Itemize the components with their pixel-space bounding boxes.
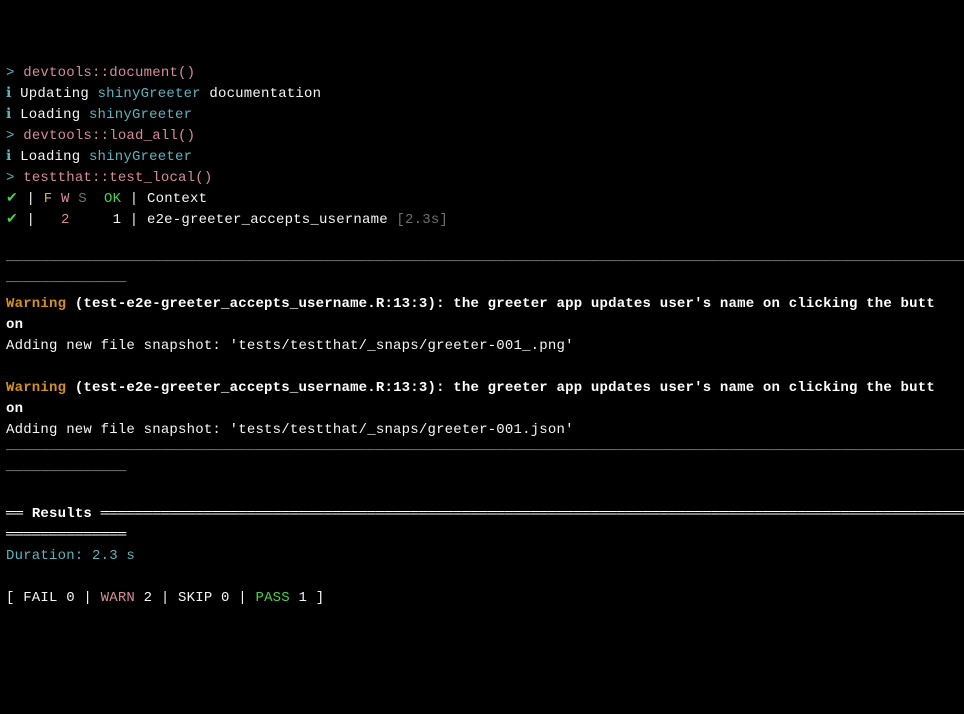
- blank-line: [6, 567, 958, 588]
- row-mid: 1 | e2e-greeter_accepts_username: [70, 212, 397, 228]
- col-w: W: [61, 191, 70, 207]
- updating-text: Updating: [20, 86, 97, 102]
- pkg-name: shinyGreeter: [98, 86, 201, 102]
- cmd-document: devtools::document(): [23, 65, 195, 81]
- fail-label: FAIL: [23, 590, 57, 606]
- results-rule-long: ════════════════════════════════════════…: [92, 506, 964, 522]
- sep: |: [18, 191, 44, 207]
- skip-label: SKIP: [178, 590, 212, 606]
- status-loading-1: ℹ Loading shinyGreeter: [6, 105, 958, 126]
- prompt-line-test: > testthat::test_local(): [6, 168, 958, 189]
- pass-label: PASS: [255, 590, 289, 606]
- skip-n: 0 |: [212, 590, 255, 606]
- cmd-test: testthat::test_local(): [23, 170, 212, 186]
- status-updating: ℹ Updating shinyGreeter documentation: [6, 84, 958, 105]
- prompt-line-loadall: > devtools::load_all(): [6, 126, 958, 147]
- warning-1-cont: on: [6, 315, 958, 336]
- warning-tag: Warning: [6, 380, 66, 396]
- results-header: ══ Results ═════════════════════════════…: [6, 504, 958, 525]
- rule-long-2: ────────────────────────────────────────…: [6, 441, 958, 462]
- pkg-name: shinyGreeter: [89, 107, 192, 123]
- blank-line: [6, 483, 958, 504]
- results-rule-short: ══════════════: [6, 525, 958, 546]
- bracket-close: ]: [316, 590, 325, 606]
- col-ok: OK: [104, 191, 121, 207]
- test-result-row: ✔ | 2 1 | e2e-greeter_accepts_username […: [6, 210, 958, 231]
- warning-2-cont: on: [6, 399, 958, 420]
- warning-1-msg: Adding new file snapshot: 'tests/testtha…: [6, 336, 958, 357]
- documentation-suffix: documentation: [201, 86, 321, 102]
- loading-text: Loading: [20, 149, 89, 165]
- warning-2-header: Warning (test-e2e-greeter_accepts_userna…: [6, 378, 958, 399]
- loading-text: Loading: [20, 107, 89, 123]
- cmd-loadall: devtools::load_all(): [23, 128, 195, 144]
- col-f: F: [44, 191, 53, 207]
- blank-line: [6, 357, 958, 378]
- warning-loc: (test-e2e-greeter_accepts_username.R:13:…: [66, 296, 935, 312]
- info-icon: ℹ: [6, 149, 12, 165]
- pass-n: 1: [290, 590, 316, 606]
- info-icon: ℹ: [6, 107, 12, 123]
- warn-n: 2 |: [135, 590, 178, 606]
- row-time: [2.3s]: [396, 212, 448, 228]
- check-icon: ✔: [6, 212, 18, 228]
- results-prefix: ══: [6, 506, 32, 522]
- test-header: ✔ | F W S OK | Context: [6, 189, 958, 210]
- row-warn-count: 2: [61, 212, 70, 228]
- prompt-line-document: > devtools::document(): [6, 63, 958, 84]
- rule-long-1: ────────────────────────────────────────…: [6, 252, 958, 273]
- blank-line: [6, 231, 958, 252]
- status-loading-2: ℹ Loading shinyGreeter: [6, 147, 958, 168]
- info-icon: ℹ: [6, 86, 12, 102]
- check-icon: ✔: [6, 191, 18, 207]
- col-s: S: [78, 191, 87, 207]
- warn-label: WARN: [101, 590, 135, 606]
- results-label: Results: [32, 506, 92, 522]
- rule-short-1: ──────────────: [6, 273, 958, 294]
- fail-n: 0 |: [58, 590, 101, 606]
- warning-tag: Warning: [6, 296, 66, 312]
- col-context: | Context: [121, 191, 207, 207]
- duration-line: Duration: 2.3 s: [6, 546, 958, 567]
- warning-2-msg: Adding new file snapshot: 'tests/testtha…: [6, 420, 958, 441]
- rule-short-2: ──────────────: [6, 462, 958, 483]
- warning-loc: (test-e2e-greeter_accepts_username.R:13:…: [66, 380, 935, 396]
- pkg-name: shinyGreeter: [89, 149, 192, 165]
- warning-1-header: Warning (test-e2e-greeter_accepts_userna…: [6, 294, 958, 315]
- prompt-char: >: [6, 170, 15, 186]
- prompt-char: >: [6, 128, 15, 144]
- row-pre: |: [18, 212, 61, 228]
- bracket-open: [: [6, 590, 23, 606]
- summary-line: [ FAIL 0 | WARN 2 | SKIP 0 | PASS 1 ]: [6, 588, 958, 609]
- prompt-char: >: [6, 65, 15, 81]
